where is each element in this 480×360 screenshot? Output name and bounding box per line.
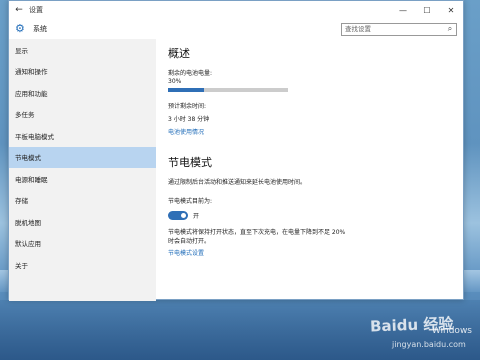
search-input[interactable] <box>345 25 444 33</box>
remaining-time-label: 预计剩余时间: <box>168 103 207 110</box>
toggle-knob <box>181 213 186 218</box>
battery-usage-link[interactable]: 电池使用情况 <box>168 127 453 136</box>
battery-label: 剩余的电池电量: <box>168 70 213 77</box>
battery-percent: 30% <box>168 78 182 85</box>
sidebar-item-offline-maps[interactable]: 脱机地图 <box>9 211 156 233</box>
title-bar: ← 设置 — ☐ ✕ <box>9 1 463 19</box>
sidebar-item-tablet-mode[interactable]: 平板电脑模式 <box>9 125 156 147</box>
toggle-state-label: 开 <box>193 213 200 220</box>
sidebar-item-multitasking[interactable]: 多任务 <box>9 104 156 126</box>
body: 显示 通知和操作 应用和功能 多任务 平板电脑模式 节电模式 电源和睡眠 存储 … <box>9 39 463 301</box>
sidebar-item-power-sleep[interactable]: 电源和睡眠 <box>9 168 156 190</box>
battery-saver-description: 通过限制后台活动和推送通知来延长电池使用时间。 <box>168 179 307 186</box>
watermark-sub: jingyan.baidu.com <box>392 340 466 349</box>
sidebar-item-battery-saver[interactable]: 节电模式 <box>9 146 156 168</box>
back-button[interactable]: ← <box>9 5 29 15</box>
search-box[interactable]: ⌕ <box>341 22 457 36</box>
sidebar-item-about[interactable]: 关于 <box>9 254 156 276</box>
close-button[interactable]: ✕ <box>439 6 463 15</box>
minimize-button[interactable]: — <box>391 6 415 15</box>
battery-saver-toggle-row: 开 <box>168 211 453 220</box>
sidebar: 显示 通知和操作 应用和功能 多任务 平板电脑模式 节电模式 电源和睡眠 存储 … <box>9 39 156 301</box>
remaining-time-value: 3 小时 38 分钟 <box>168 116 210 123</box>
battery-progress-bar <box>168 88 288 92</box>
battery-saver-note-line1: 节电模式将保持打开状态，直至下次充电，在电量下降到不足 20% <box>168 229 346 236</box>
battery-progress-fill <box>168 88 204 92</box>
sidebar-item-apps[interactable]: 应用和功能 <box>9 82 156 104</box>
gear-icon: ⚙ <box>15 22 25 35</box>
sidebar-item-default-apps[interactable]: 默认应用 <box>9 233 156 255</box>
window-title: 设置 <box>29 6 43 14</box>
maximize-button[interactable]: ☐ <box>415 6 439 15</box>
activate-windows-text: Windows <box>431 326 472 336</box>
settings-header: ⚙ 系统 ⌕ <box>9 19 463 39</box>
sidebar-item-storage[interactable]: 存储 <box>9 190 156 212</box>
battery-saver-toggle[interactable] <box>168 211 188 220</box>
search-icon[interactable]: ⌕ <box>444 24 456 34</box>
overview-heading: 概述 <box>168 47 190 60</box>
sidebar-item-display[interactable]: 显示 <box>9 39 156 61</box>
main-content: 概述 剩余的电池电量: 30% 预计剩余时间: 3 小时 38 分钟 电池使用情… <box>156 39 463 301</box>
battery-saver-settings-link[interactable]: 节电模式设置 <box>168 248 453 257</box>
battery-saver-status-label: 节电模式目前为: <box>168 198 213 205</box>
sidebar-item-notifications[interactable]: 通知和操作 <box>9 61 156 83</box>
battery-saver-note-line2: 时会自动打开。 <box>168 238 211 245</box>
battery-saver-heading: 节电模式 <box>168 156 212 169</box>
page-title: 系统 <box>33 25 47 33</box>
settings-window: ← 设置 — ☐ ✕ ⚙ 系统 ⌕ 显示 通知和操作 应用和功能 多任务 平板电… <box>8 0 464 301</box>
